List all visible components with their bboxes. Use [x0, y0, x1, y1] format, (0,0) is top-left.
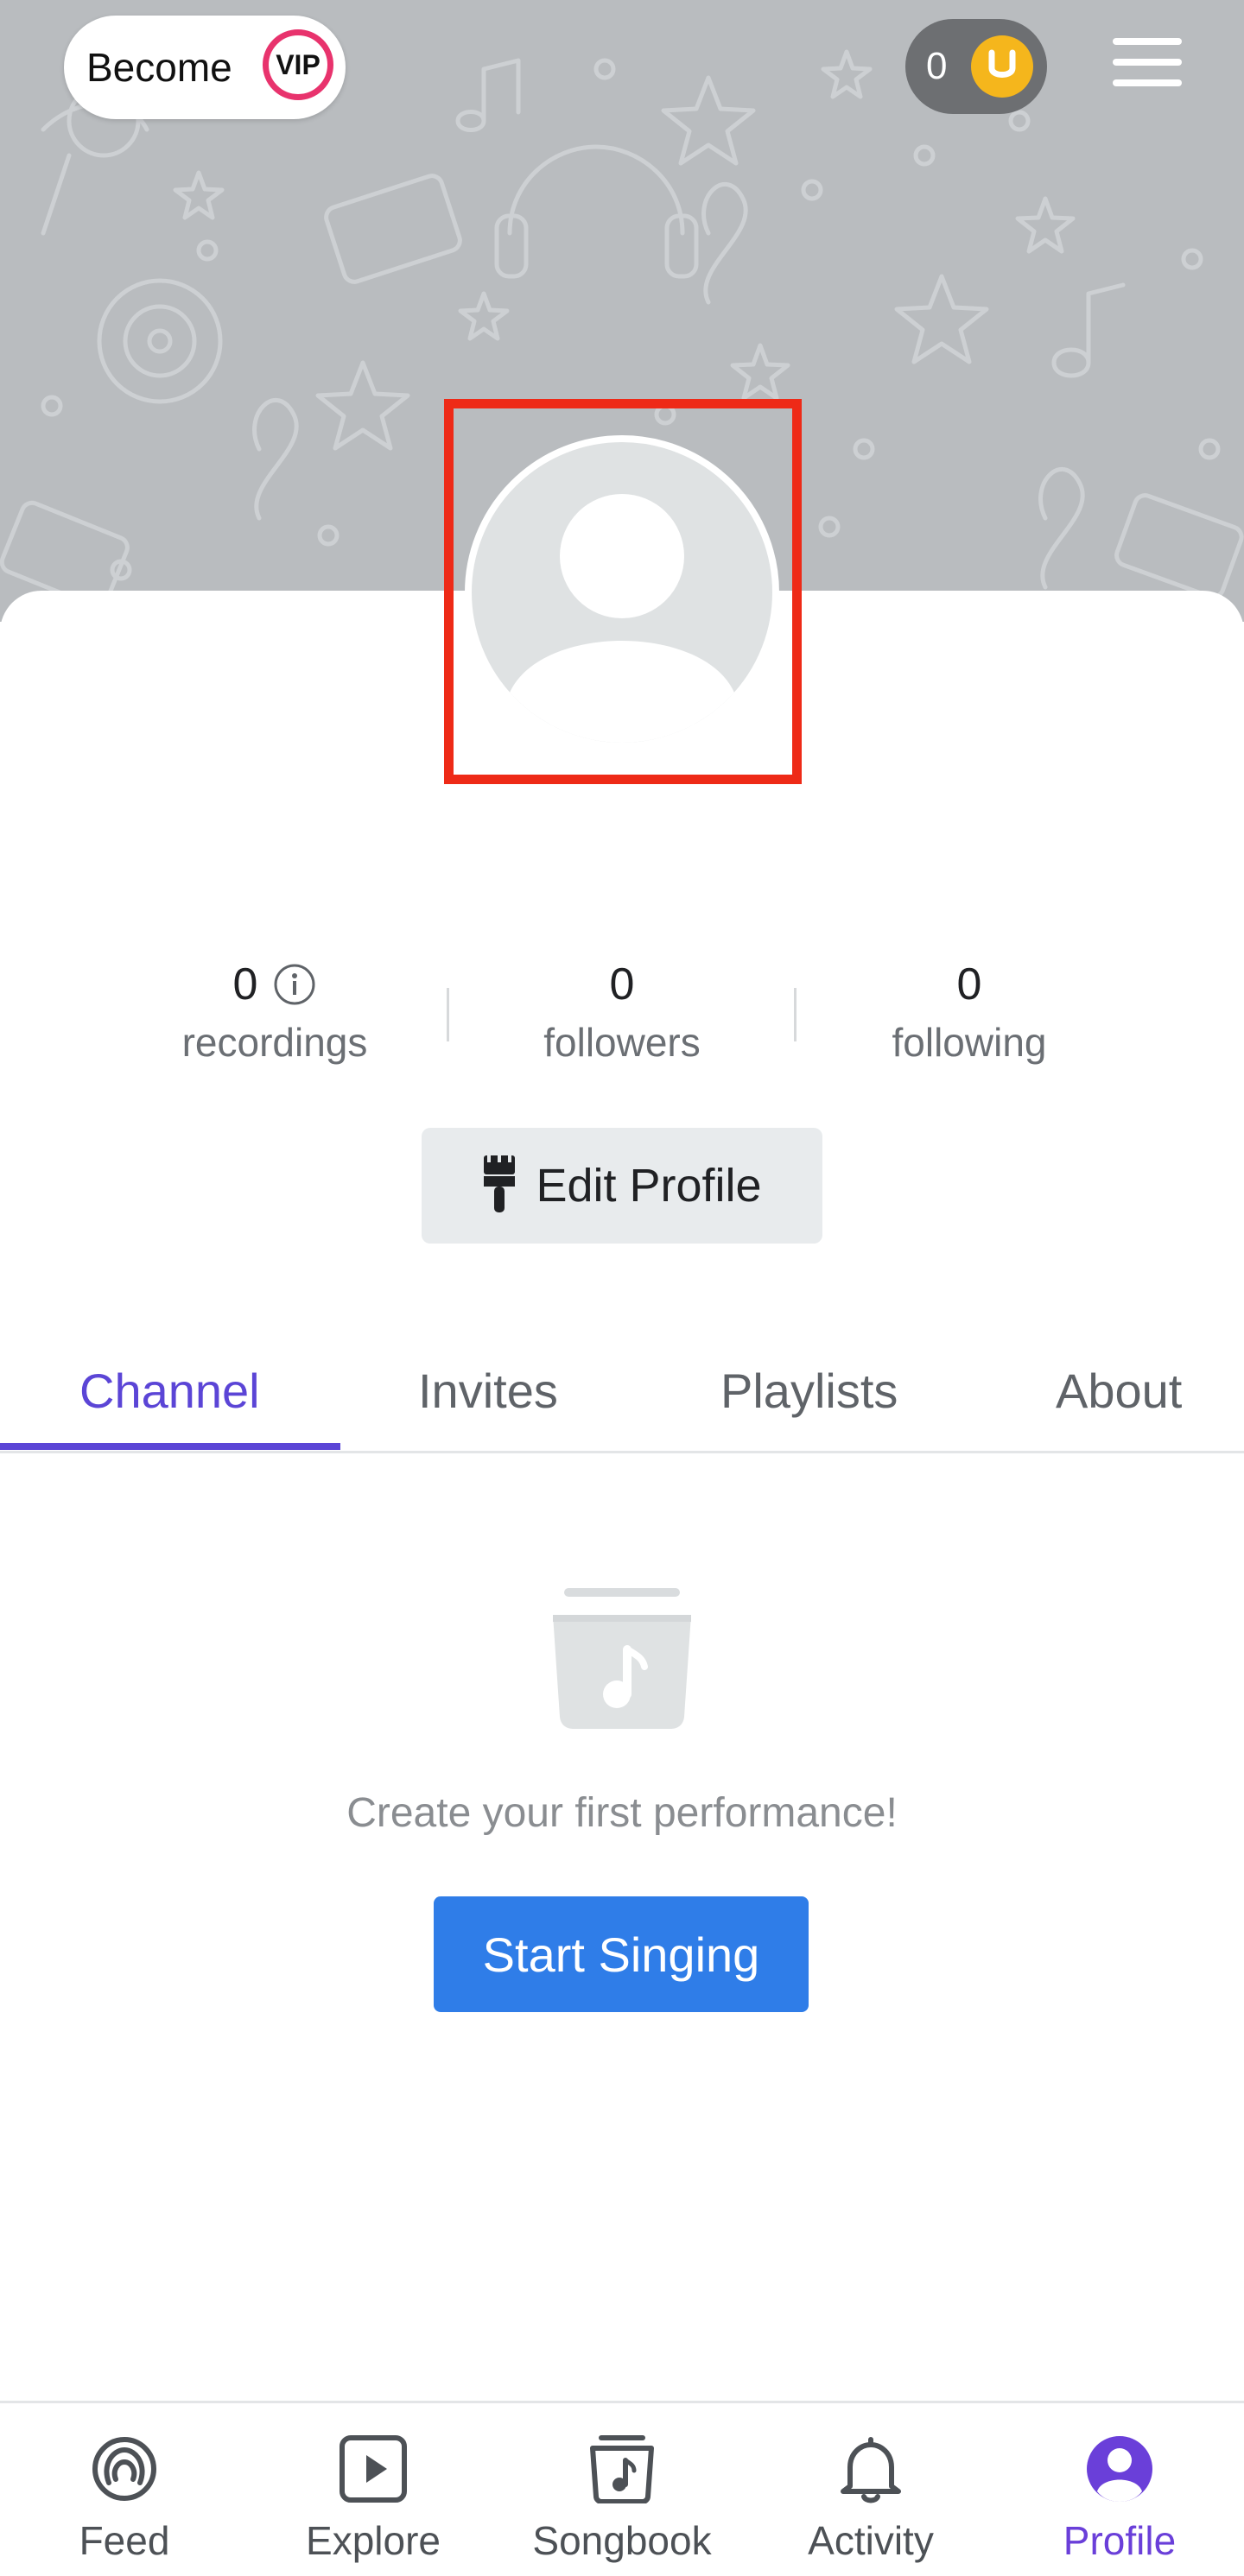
bottom-navigation: Feed Explore Songbook Activity Profile	[0, 2401, 1244, 2576]
become-vip-label: Become	[86, 45, 232, 90]
coin-balance-button[interactable]: 0	[905, 19, 1047, 114]
nav-explore[interactable]: Explore	[249, 2403, 498, 2576]
music-folder-icon	[548, 1587, 696, 1731]
bell-icon	[841, 2437, 901, 2503]
edit-profile-button[interactable]: Edit Profile	[422, 1128, 822, 1244]
nav-feed-label: Feed	[79, 2518, 170, 2563]
default-avatar-icon[interactable]	[465, 435, 779, 750]
following-label: following	[892, 1020, 1047, 1065]
active-tab-indicator	[0, 1443, 340, 1450]
tab-channel[interactable]: Channel	[79, 1330, 260, 1451]
profile-tabs: Channel Invites Playlists About	[0, 1330, 1244, 1453]
stat-recordings[interactable]: 0 recordings	[102, 957, 447, 1066]
nav-profile-label: Profile	[1063, 2518, 1177, 2563]
stat-followers[interactable]: 0 followers	[449, 957, 795, 1066]
nav-explore-label: Explore	[306, 2518, 441, 2563]
followers-label: followers	[543, 1020, 701, 1065]
nav-songbook-label: Songbook	[532, 2518, 712, 2563]
tab-invites[interactable]: Invites	[418, 1330, 558, 1451]
followers-count: 0	[609, 959, 635, 1010]
recordings-count: 0	[232, 959, 258, 1010]
vip-badge: VIP	[263, 29, 333, 100]
feed-icon	[92, 2437, 156, 2501]
stat-divider	[794, 988, 797, 1041]
info-icon[interactable]	[273, 963, 316, 1006]
nav-feed[interactable]: Feed	[0, 2403, 249, 2576]
nav-profile[interactable]: Profile	[995, 2403, 1244, 2576]
profile-card	[0, 591, 1244, 2401]
profile-stats: 0 recordings 0 followers 0 following	[0, 957, 1244, 1078]
stat-following[interactable]: 0 following	[797, 957, 1142, 1066]
nav-activity[interactable]: Activity	[746, 2403, 995, 2576]
nav-songbook[interactable]: Songbook	[498, 2403, 746, 2576]
profile-icon	[1087, 2436, 1152, 2502]
hamburger-menu-icon[interactable]	[1113, 38, 1182, 92]
recordings-label: recordings	[181, 1020, 368, 1065]
tab-playlists[interactable]: Playlists	[720, 1330, 898, 1451]
empty-state-message: Create your first performance!	[346, 1790, 898, 1836]
paintbrush-icon	[482, 1153, 517, 1218]
stat-divider	[447, 988, 449, 1041]
start-singing-button[interactable]: Start Singing	[434, 1896, 809, 2012]
become-vip-button[interactable]: Become VIP	[64, 16, 346, 119]
songbook-icon	[590, 2435, 654, 2503]
tab-about[interactable]: About	[1056, 1330, 1182, 1451]
nav-activity-label: Activity	[808, 2518, 934, 2563]
play-square-icon	[340, 2435, 407, 2503]
coin-count: 0	[926, 45, 948, 87]
edit-profile-label: Edit Profile	[536, 1160, 762, 1212]
horseshoe-coin-icon	[971, 35, 1033, 98]
following-count: 0	[956, 959, 982, 1010]
